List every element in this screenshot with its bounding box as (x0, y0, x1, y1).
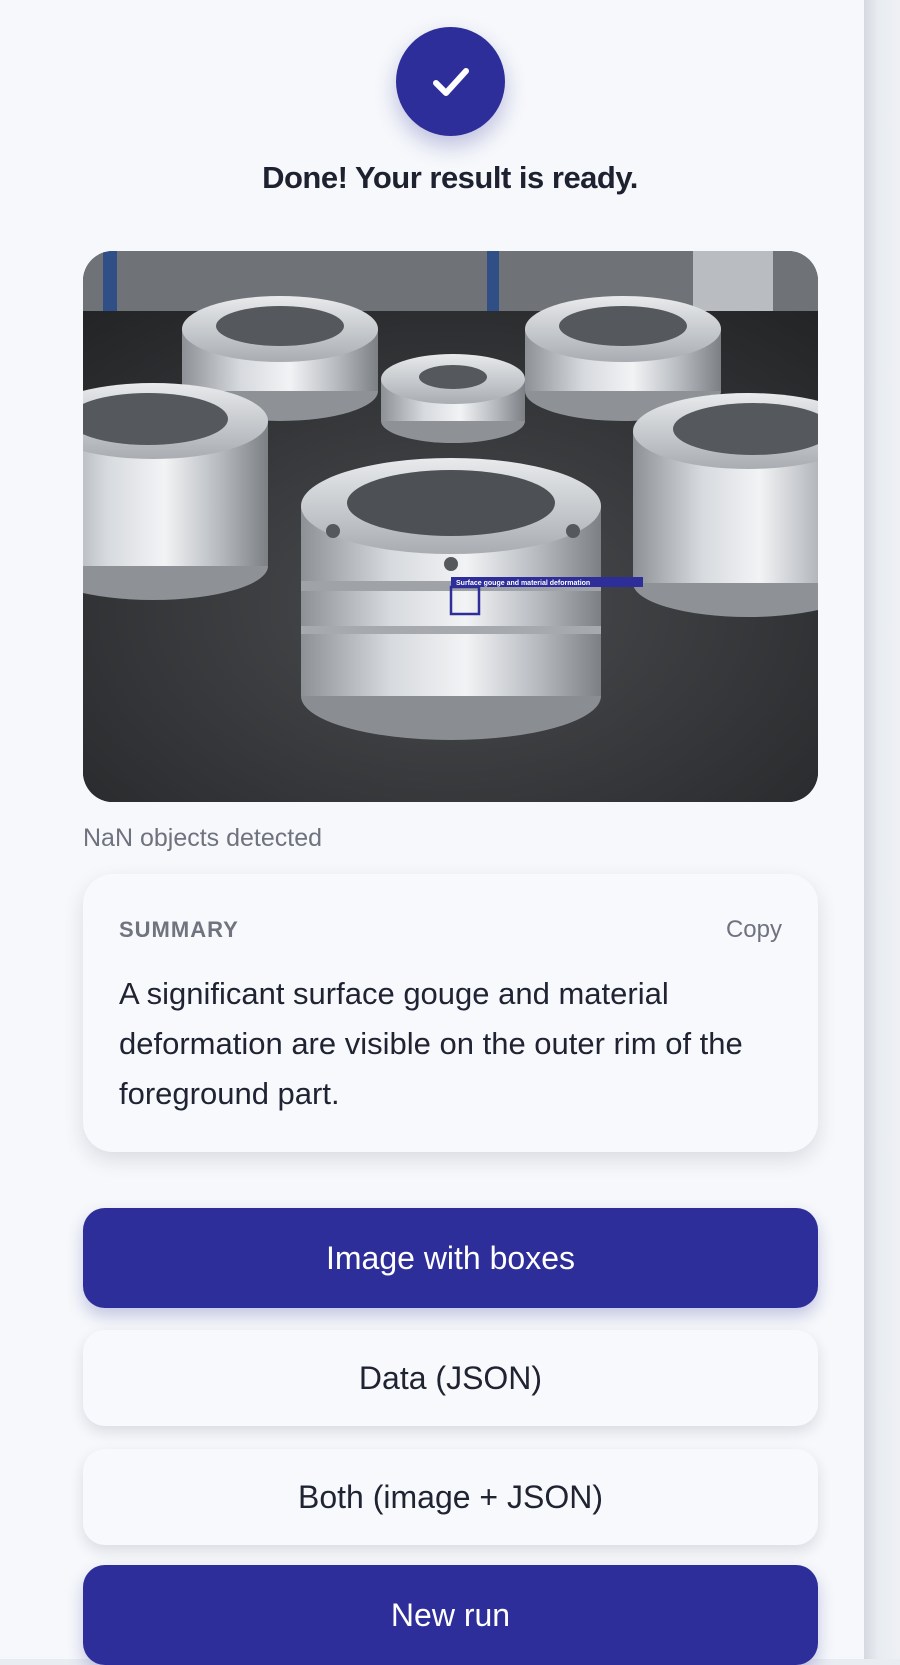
new-run-button[interactable]: New run (83, 1565, 818, 1665)
result-page: Done! Your result is ready. Surface goug… (0, 0, 864, 1665)
page-edge (864, 0, 900, 1659)
flange-small-center (381, 354, 525, 443)
page-title: Done! Your result is ready. (262, 160, 638, 195)
check-icon (432, 67, 469, 96)
detection-label: Surface gouge and material deformation (456, 580, 590, 587)
photo-rack (487, 251, 499, 321)
summary-heading: SUMMARY (119, 917, 239, 942)
flange-mid-left (83, 383, 268, 600)
data-json-button[interactable]: Data (JSON) (83, 1330, 818, 1426)
copy-button[interactable]: Copy (726, 916, 782, 944)
image-with-boxes-button[interactable]: Image with boxes (83, 1208, 818, 1308)
both-button[interactable]: Both (image + JSON) (83, 1449, 818, 1545)
summary-card: SUMMARY Copy A significant surface gouge… (83, 874, 818, 1152)
result-image: Surface gouge and material deformation (83, 251, 818, 802)
summary-text: A significant surface gouge and material… (119, 976, 743, 1111)
objects-count: NaN objects detected (83, 824, 323, 852)
success-badge (396, 27, 505, 136)
flange-mid-right (633, 393, 818, 617)
